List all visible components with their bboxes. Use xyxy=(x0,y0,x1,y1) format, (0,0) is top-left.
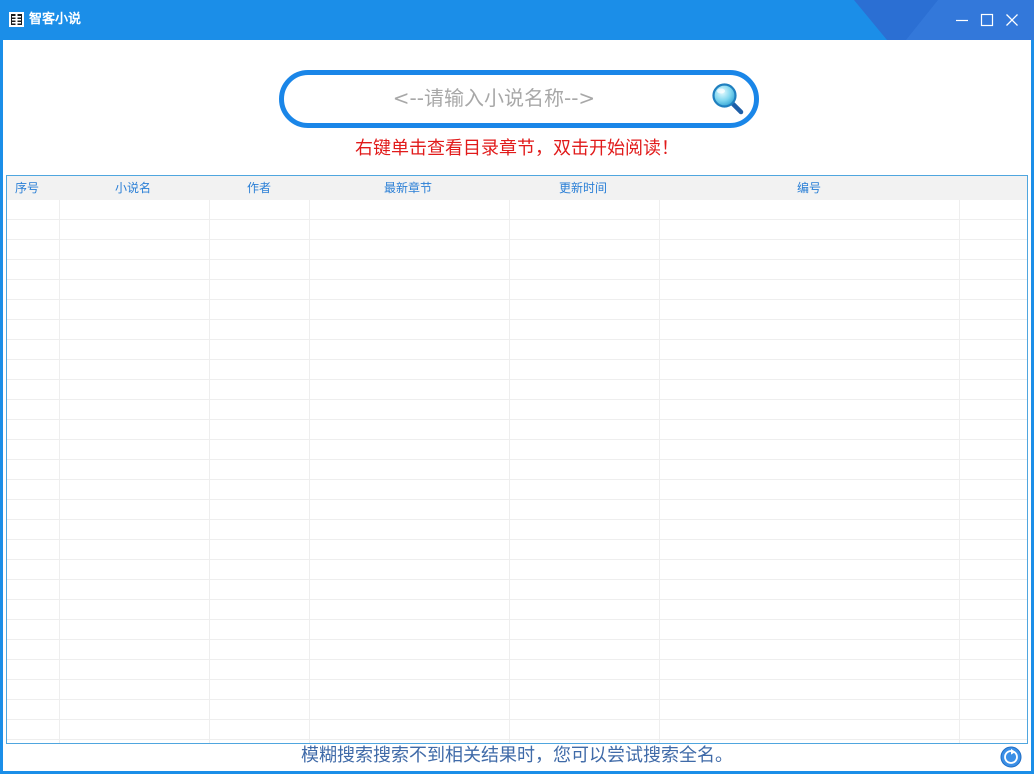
window-title: 智客小说 xyxy=(29,12,82,27)
main-panel: 右键单击查看目录章节，双击开始阅读！ 序号 小说名 作者 最新章节 更新时间 编… xyxy=(3,40,1031,771)
table-row-divider xyxy=(7,459,1027,460)
table-row-divider xyxy=(7,599,1027,600)
table-column-divider xyxy=(59,200,60,743)
title-bar[interactable]: 智客小说 xyxy=(0,0,1034,40)
close-button[interactable] xyxy=(1002,10,1022,30)
table-row-divider xyxy=(7,739,1027,740)
search-icon[interactable] xyxy=(711,82,745,116)
table-row-divider xyxy=(7,499,1027,500)
book-icon xyxy=(9,12,24,27)
table-row-divider xyxy=(7,559,1027,560)
table-row-divider xyxy=(7,659,1027,660)
usage-hint: 右键单击查看目录章节，双击开始阅读！ xyxy=(355,138,679,159)
footer-tip: 模糊搜索搜索不到相关结果时，您可以尝试搜索全名。 xyxy=(301,745,733,766)
minimize-button[interactable] xyxy=(952,10,972,30)
minimize-icon xyxy=(956,19,968,22)
table-row-divider xyxy=(7,399,1027,400)
column-header-title[interactable]: 小说名 xyxy=(115,176,151,200)
table-column-divider xyxy=(959,200,960,743)
table-row-divider xyxy=(7,699,1027,700)
column-header-index[interactable]: 序号 xyxy=(15,176,39,200)
table-column-divider xyxy=(509,200,510,743)
column-header-id[interactable]: 编号 xyxy=(797,176,821,200)
table-column-divider xyxy=(209,200,210,743)
table-row-divider xyxy=(7,639,1027,640)
table-column-divider xyxy=(309,200,310,743)
table-row-divider xyxy=(7,479,1027,480)
table-row-divider xyxy=(7,279,1027,280)
search-input[interactable] xyxy=(304,79,684,117)
table-row-divider xyxy=(7,379,1027,380)
footer: 模糊搜索搜索不到相关结果时，您可以尝试搜索全名。 xyxy=(3,742,1031,771)
maximize-icon xyxy=(980,13,994,27)
table-row-divider xyxy=(7,339,1027,340)
close-icon xyxy=(1006,14,1018,26)
table-row-divider xyxy=(7,319,1027,320)
table-header: 序号 小说名 作者 最新章节 更新时间 编号 xyxy=(7,176,1027,200)
table-column-divider xyxy=(659,200,660,743)
table-row-divider xyxy=(7,219,1027,220)
table-row-divider xyxy=(7,579,1027,580)
table-row-divider xyxy=(7,519,1027,520)
column-header-update-time[interactable]: 更新时间 xyxy=(559,176,607,200)
table-row-divider xyxy=(7,619,1027,620)
table-row-divider xyxy=(7,439,1027,440)
maximize-button[interactable] xyxy=(977,10,997,30)
table-row-divider xyxy=(7,719,1027,720)
novel-table[interactable]: 序号 小说名 作者 最新章节 更新时间 编号 xyxy=(6,175,1028,744)
app-window: 智客小说 <--请输入小说名称--> 右键单击查看目录章节，双击开始阅读！ 序号… xyxy=(0,0,1034,774)
table-body xyxy=(7,200,1027,743)
refresh-icon[interactable] xyxy=(1000,746,1022,768)
table-row-divider xyxy=(7,259,1027,260)
table-row-divider xyxy=(7,679,1027,680)
table-row-divider xyxy=(7,239,1027,240)
search-box xyxy=(279,70,759,128)
table-row-divider xyxy=(7,419,1027,420)
column-header-author[interactable]: 作者 xyxy=(247,176,271,200)
table-row-divider xyxy=(7,299,1027,300)
column-header-latest-chapter[interactable]: 最新章节 xyxy=(384,176,432,200)
table-row-divider xyxy=(7,539,1027,540)
table-row-divider xyxy=(7,359,1027,360)
